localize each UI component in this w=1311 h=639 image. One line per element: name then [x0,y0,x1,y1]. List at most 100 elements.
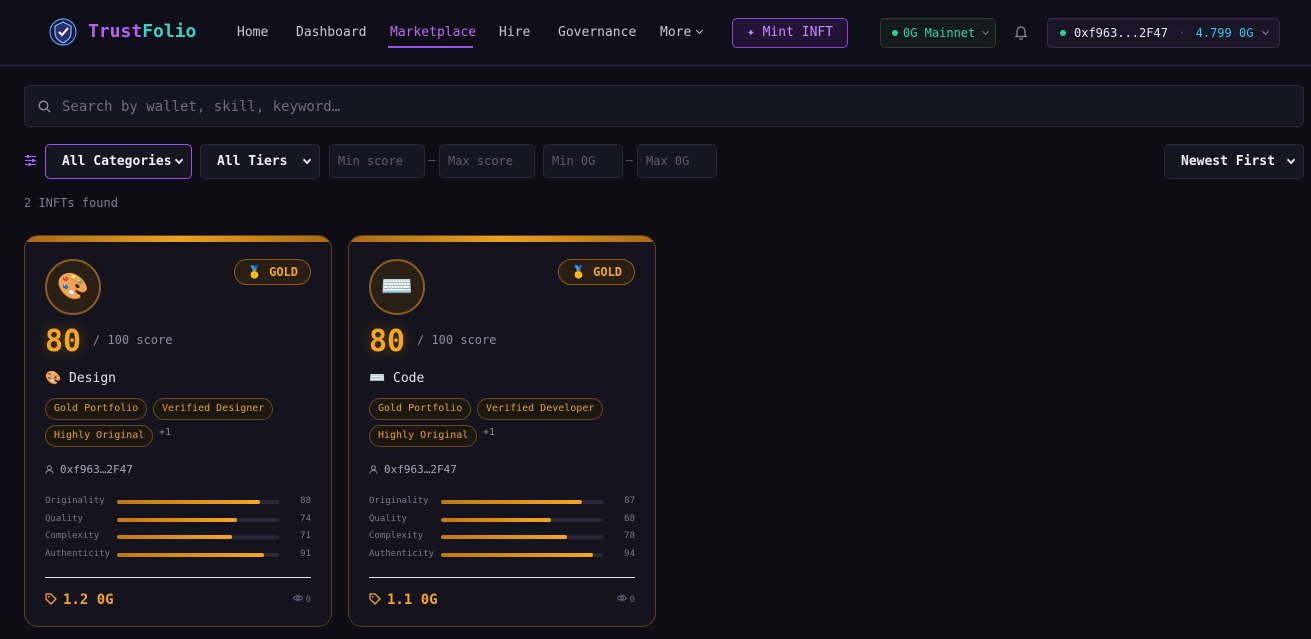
tier-select[interactable]: All Tiers [200,144,320,179]
palette-icon: 🎨 [45,259,101,315]
skill-tag: Highly Original [369,425,478,447]
card-score: 80 [45,324,82,359]
price-tag-icon [45,593,57,605]
metric-label: Quality [45,513,83,524]
metric-value: 94 [624,548,635,559]
card-owner: 0xf963…2F47 [45,463,133,476]
metric-bar-track [117,517,279,522]
range-dash: – [626,153,634,167]
metric-label: Originality [369,496,429,506]
search-input[interactable] [62,96,1262,118]
wallet-balance: 4.799 0G [1195,26,1254,40]
chevron-down-icon [1286,155,1296,165]
more-tags-count: +1 [159,427,172,438]
notification-bell-icon[interactable] [1013,25,1029,41]
min-score-field[interactable] [329,144,425,178]
tier-badge: 🥇 GOLD [558,259,635,285]
tier-badge: 🥇 GOLD [234,259,311,285]
card-owner: 0xf963…2F47 [369,463,457,476]
brand-name[interactable]: TrustFolio [88,21,196,42]
metric-value: 74 [300,513,311,524]
network-status-dot [892,30,898,36]
filter-sliders-icon[interactable] [24,154,37,167]
metric-bar-fill [117,535,233,539]
min-og-field[interactable] [543,144,623,178]
wallet-address: 0xf963...2F47 [1074,26,1168,40]
score-suffix: / 100 score [417,333,497,347]
chevron-down-icon [696,26,704,35]
nav-link-more[interactable]: More [660,25,704,40]
keyboard-icon: ⌨️ [369,259,425,315]
card-divider [369,577,635,578]
owner-address: 0xf963…2F47 [384,463,457,476]
sort-select[interactable]: Newest First [1164,144,1304,179]
metric-bar-fill [117,500,260,504]
view-count: 0 [292,594,311,605]
card-score: 80 [369,324,406,359]
metric-label: Complexity [369,531,424,541]
mint-inft-button[interactable]: ✦ Mint INFT [732,18,848,48]
metric-value: 88 [300,496,311,506]
search-icon [38,100,51,113]
view-count-value: 0 [305,595,311,605]
skill-tag: Gold Portfolio [369,398,472,420]
active-nav-underline [388,46,473,48]
skill-tag: Gold Portfolio [45,398,148,420]
chevron-down-icon [982,27,990,36]
min-score-input[interactable] [330,145,424,177]
chevron-down-icon [302,155,312,165]
max-og-field[interactable] [637,144,717,178]
search-bar [24,85,1304,127]
wallet-status-dot [1060,30,1066,36]
view-count-value: 0 [629,595,635,605]
price-value: 1.1 0G [387,592,438,608]
eye-icon [292,595,303,601]
nav-link-governance[interactable]: Governance [558,25,636,40]
nav-link-marketplace[interactable]: Marketplace [390,25,476,40]
metric-label: Quality [369,513,407,524]
view-count: 0 [616,594,635,605]
network-selector[interactable]: 0G Mainnet [880,18,996,48]
category-select-value: All Categories [62,154,172,169]
max-og-input[interactable] [638,145,716,177]
inft-card[interactable]: ⌨️ 🥇 GOLD 80 / 100 score ⌨️ Code Gold Po… [348,235,656,627]
metric-value: 68 [624,513,635,524]
logo-icon[interactable] [48,17,78,47]
wallet-separator: · [1178,26,1186,40]
nav-link-hire[interactable]: Hire [499,25,530,40]
metric-bar-fill [117,552,265,557]
metric-bar-track [441,500,603,504]
sort-select-value: Newest First [1181,154,1275,169]
owner-address: 0xf963…2F47 [60,463,133,476]
card-price: 1.1 0G [369,592,438,608]
metric-bar-track [117,500,279,504]
card-accent-bar [25,236,331,242]
category-select[interactable]: All Categories [45,144,192,179]
metric-label: Authenticity [45,548,111,559]
network-label: 0G Mainnet [903,26,976,40]
chevron-down-icon [174,155,184,165]
metric-bar-track [117,535,279,539]
inft-card[interactable]: 🎨 🥇 GOLD 80 / 100 score 🎨 Design Gold Po… [24,235,332,627]
range-dash: – [428,153,436,167]
eye-icon [616,595,627,601]
card-category: ⌨️ Code [369,371,425,386]
score-suffix: / 100 score [93,333,173,347]
tier-select-value: All Tiers [217,154,288,169]
nav-more-label: More [660,25,692,40]
price-tag-icon [369,593,381,605]
card-accent-bar [349,236,655,242]
metric-value: 91 [300,548,311,559]
wallet-button[interactable]: 0xf963...2F47 · 4.799 0G [1047,18,1280,48]
max-score-field[interactable] [439,144,535,178]
nav-link-dashboard[interactable]: Dashboard [296,25,366,40]
user-icon [45,465,54,474]
metric-bar-fill [441,535,568,539]
nav-link-home[interactable]: Home [237,25,268,40]
metric-label: Originality [45,496,105,506]
skill-tag: Verified Designer [153,398,274,420]
max-score-input[interactable] [440,145,534,177]
top-navbar: TrustFolio Home Dashboard Marketplace Hi… [0,0,1311,66]
min-og-input[interactable] [544,145,622,177]
metric-label: Complexity [45,531,100,541]
